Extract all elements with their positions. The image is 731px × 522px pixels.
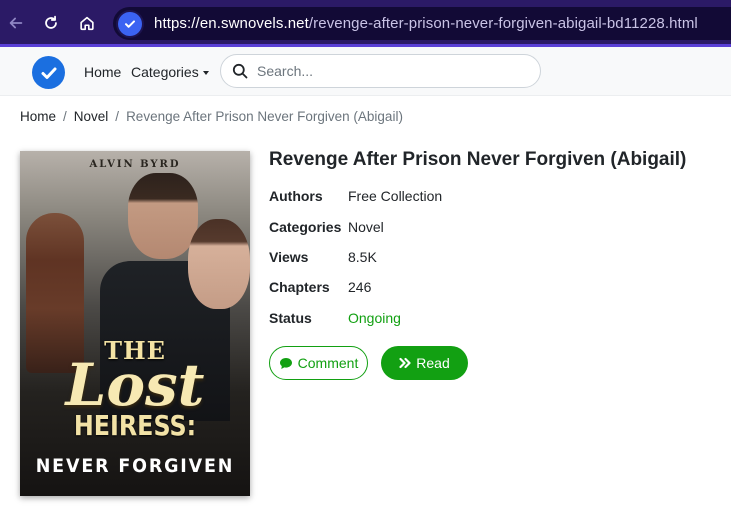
detail-value-chapters: 246: [348, 279, 372, 295]
home-button[interactable]: [73, 9, 101, 37]
cover-title-never-forgiven: NEVER FORGIVEN: [35, 455, 235, 477]
home-icon: [80, 16, 94, 31]
detail-value-authors[interactable]: Free Collection: [348, 188, 442, 204]
read-button[interactable]: Read: [381, 346, 468, 380]
back-arrow-icon: [9, 17, 23, 29]
site-info-icon[interactable]: [118, 11, 142, 36]
breadcrumb-home-link[interactable]: Home: [20, 109, 56, 124]
site-logo[interactable]: [32, 56, 65, 89]
checkmark-badge-icon: [41, 67, 56, 79]
read-label: Read: [416, 355, 450, 371]
breadcrumb-novel-link[interactable]: Novel: [74, 109, 109, 124]
status-badge: Ongoing: [348, 310, 401, 326]
nav-categories-dropdown[interactable]: Categories: [131, 64, 209, 80]
double-chevron-right-icon: [399, 357, 411, 369]
book-cover-image[interactable]: ALVIN BYRD THE Lost HEIRESS: NEVER FORGI…: [20, 151, 250, 496]
back-button[interactable]: [2, 9, 30, 37]
search-box[interactable]: [220, 54, 541, 88]
breadcrumb-separator: /: [63, 109, 67, 124]
caret-down-icon: [202, 71, 209, 75]
reload-icon: [45, 15, 57, 29]
detail-value-categories[interactable]: Novel: [348, 219, 384, 235]
url-host: https://en.swnovels.net: [154, 15, 309, 32]
cover-man-figure: [128, 173, 198, 259]
cover-author: ALVIN BYRD: [89, 159, 181, 170]
comment-button[interactable]: Comment: [269, 346, 368, 380]
site-header: Home Categories: [0, 47, 731, 96]
address-bar[interactable]: https://en.swnovels.net/revenge-after-pr…: [113, 7, 731, 40]
nav-categories-label: Categories: [131, 64, 199, 80]
url-text[interactable]: https://en.swnovels.net/revenge-after-pr…: [154, 15, 698, 32]
reload-button[interactable]: [37, 9, 65, 37]
breadcrumb-current: Revenge After Prison Never Forgiven (Abi…: [126, 109, 403, 124]
detail-key: Categories: [269, 219, 342, 235]
url-path: /revenge-after-prison-never-forgiven-abi…: [308, 15, 698, 32]
search-icon: [232, 63, 248, 79]
browser-toolbar: https://en.swnovels.net/revenge-after-pr…: [0, 0, 731, 47]
detail-key: Status: [269, 310, 312, 326]
search-input[interactable]: [257, 63, 527, 79]
comment-label: Comment: [297, 355, 359, 371]
detail-key: Chapters: [269, 279, 330, 295]
cover-woman-figure: [188, 219, 250, 309]
breadcrumb: Home / Novel / Revenge After Prison Neve…: [20, 109, 403, 124]
detail-key: Authors: [269, 188, 323, 204]
book-title: Revenge After Prison Never Forgiven (Abi…: [269, 149, 687, 170]
cover-title-heiress: HEIRESS:: [73, 409, 197, 442]
detail-value-views: 8.5K: [348, 249, 377, 265]
nav-home-link[interactable]: Home: [84, 64, 121, 80]
breadcrumb-separator: /: [115, 109, 120, 124]
detail-key: Views: [269, 249, 309, 265]
comment-icon: [279, 357, 292, 369]
